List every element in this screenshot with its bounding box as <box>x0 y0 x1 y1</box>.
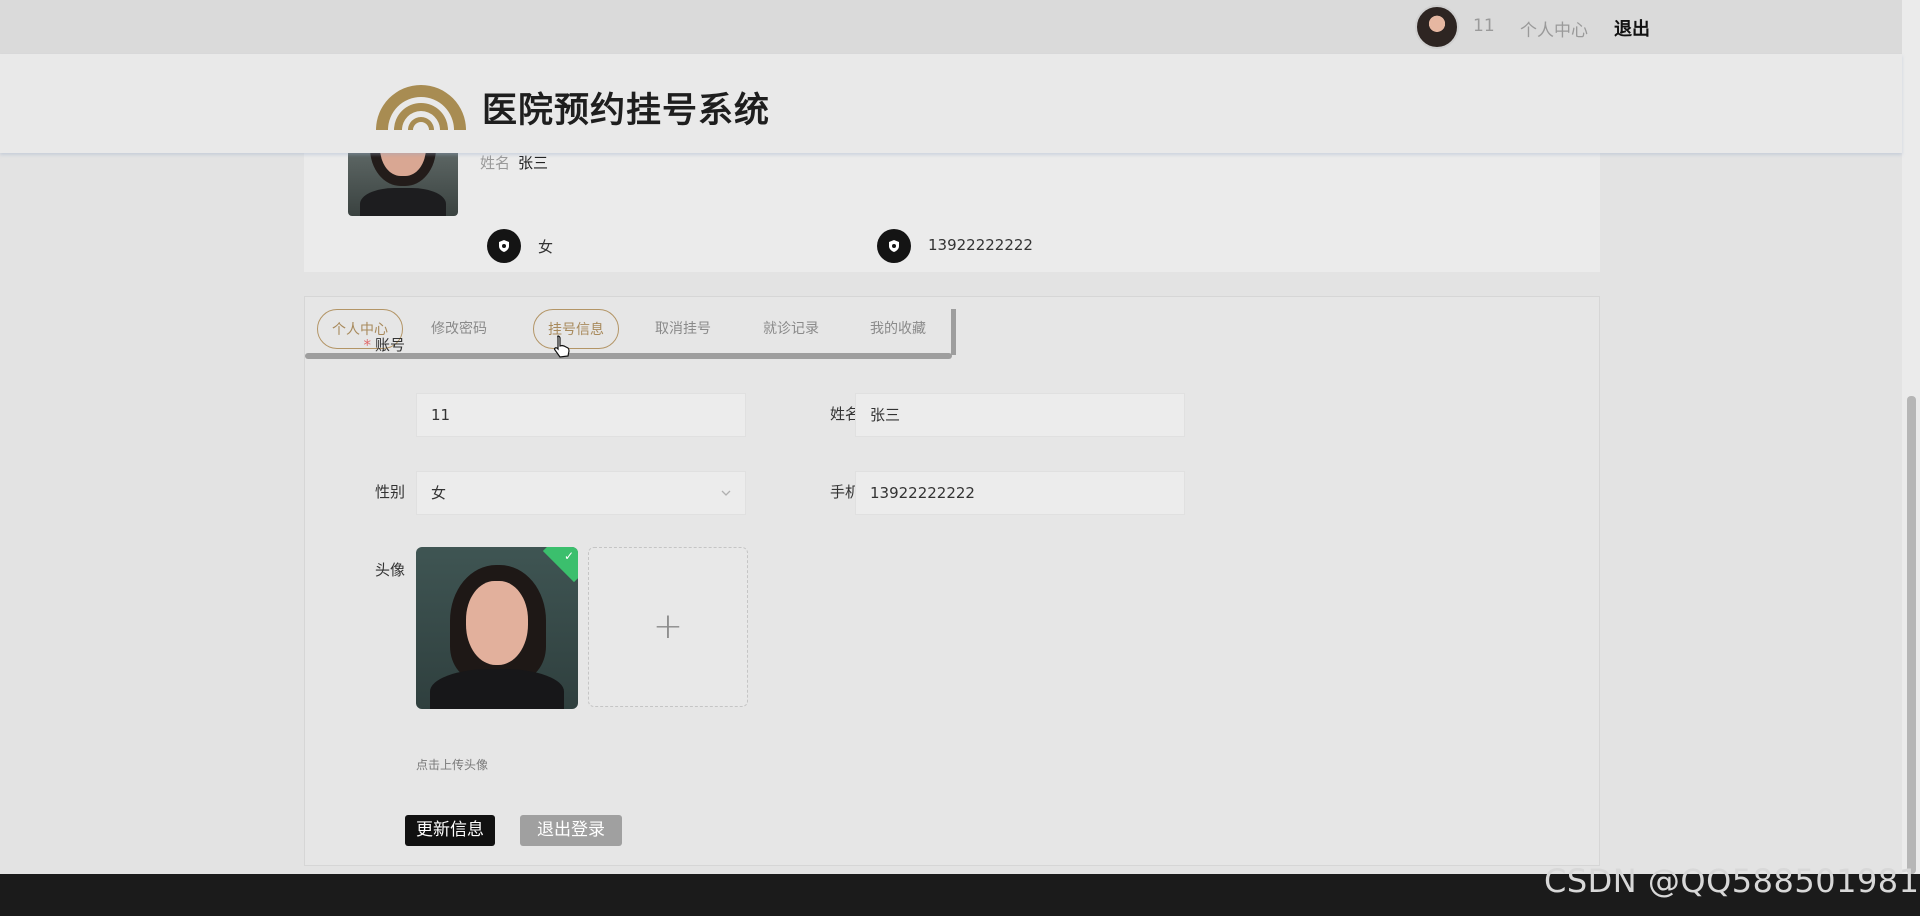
shield-icon <box>877 229 911 263</box>
sex-select-value: 女 <box>431 484 447 502</box>
username: 11 <box>1473 16 1495 36</box>
avatar-label: 头像 <box>374 561 405 579</box>
name-input[interactable]: 张三 <box>855 393 1185 437</box>
tab-registration-info[interactable]: 挂号信息 <box>533 309 619 349</box>
site-title: 医院预约挂号系统 <box>482 91 771 131</box>
tab-my-favorites[interactable]: 我的收藏 <box>857 309 939 349</box>
tab-visit-records[interactable]: 就诊记录 <box>750 309 832 349</box>
user-center-panel: 个人中心 修改密码 挂号信息 取消挂号 就诊记录 我的收藏 * 账号 11 姓名 … <box>304 296 1600 866</box>
account-label: * 账号 <box>363 336 405 354</box>
sex-select[interactable]: 女 <box>416 471 746 515</box>
plus-icon: + <box>652 606 684 647</box>
profile-phone: 13922222222 <box>928 236 1033 254</box>
uploaded-avatar[interactable]: ✓ <box>416 547 578 709</box>
watermark: CSDN @QQ588501981 <box>1544 862 1920 900</box>
personal-center-link[interactable]: 个人中心 <box>1520 16 1588 41</box>
pointer-cursor-icon <box>554 335 570 358</box>
site-header: 医院预约挂号系统 <box>0 54 1902 153</box>
profile-name-label: 姓名 <box>480 154 511 172</box>
phone-label: 手机 <box>829 483 860 501</box>
logo-icon <box>376 85 466 130</box>
name-label: 姓名 <box>829 405 860 423</box>
chevron-down-icon <box>721 490 731 496</box>
profile-sex: 女 <box>538 238 554 256</box>
logout-link[interactable]: 退出 <box>1614 15 1650 41</box>
shield-icon <box>487 229 521 263</box>
check-icon: ✓ <box>563 549 574 563</box>
top-bar: 11 个人中心 退出 <box>0 0 1902 54</box>
page-scrollbar[interactable] <box>1902 0 1920 874</box>
profile-name: 张三 <box>518 154 549 172</box>
sex-label: 性别 <box>374 483 405 501</box>
page-scrollbar-thumb[interactable] <box>1907 396 1916 874</box>
avatar-upload-button[interactable]: + <box>588 547 748 707</box>
required-mark: * <box>363 336 371 354</box>
phone-input[interactable]: 13922222222 <box>855 471 1185 515</box>
update-info-button[interactable]: 更新信息 <box>405 815 495 846</box>
tabs-scrollbar-thumb[interactable] <box>951 309 956 355</box>
tab-cancel-registration[interactable]: 取消挂号 <box>642 309 724 349</box>
upload-tip: 点击上传头像 <box>416 758 489 772</box>
logout-button[interactable]: 退出登录 <box>520 815 622 846</box>
account-input[interactable]: 11 <box>416 393 746 437</box>
tab-change-password[interactable]: 修改密码 <box>418 309 500 349</box>
user-avatar[interactable] <box>1415 5 1459 49</box>
